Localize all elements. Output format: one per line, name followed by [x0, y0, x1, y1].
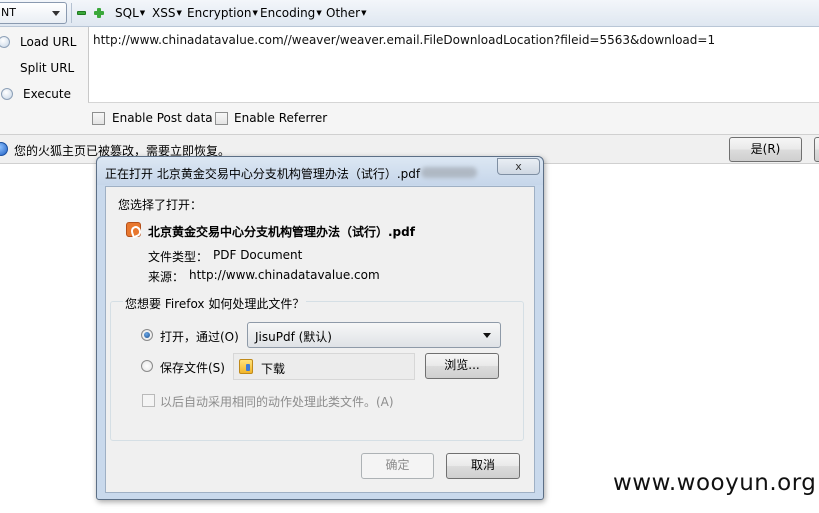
- menu-encoding-label: Encoding: [260, 6, 316, 20]
- menu-other-label: Other: [326, 6, 361, 20]
- notification-extra-button[interactable]: [814, 137, 819, 162]
- execute-button[interactable]: Execute: [1, 87, 71, 101]
- execute-label: Execute: [23, 87, 71, 101]
- hackbar-toolbar: NT SQL▼ XSS▼ Encryption▼ Encoding▼ Other…: [0, 0, 819, 27]
- open-with-radio[interactable]: [141, 329, 153, 341]
- dropdown-arrow-icon: ▼: [252, 9, 258, 17]
- yes-button[interactable]: 是(R): [729, 137, 802, 162]
- url-textarea[interactable]: http://www.chinadatavalue.com//weaver/we…: [88, 27, 819, 103]
- hackbar-options: Enable Post data Enable Referrer: [88, 103, 819, 134]
- open-with-app: JisuPdf (默认): [255, 330, 332, 344]
- save-file-radio[interactable]: [141, 360, 153, 372]
- load-url-icon: [0, 36, 10, 48]
- cancel-button-label: 取消: [470, 458, 495, 472]
- menu-encoding[interactable]: Encoding▼: [260, 6, 322, 20]
- split-url-button[interactable]: Split URL: [20, 61, 74, 75]
- auto-action-checkbox[interactable]: [142, 394, 155, 407]
- file-type-label: 文件类型：: [148, 250, 209, 264]
- toolbar-separator: [71, 3, 72, 23]
- url-value: http://www.chinadatavalue.com//weaver/we…: [93, 33, 716, 47]
- pdf-file-icon: [126, 222, 141, 237]
- save-file-label[interactable]: 保存文件(S): [160, 359, 225, 376]
- dialog-titlebar[interactable]: 正在打开 北京黄金交易中心分支机构管理办法（试行）.pdf x: [97, 157, 543, 185]
- yes-button-label: 是(R): [750, 142, 781, 156]
- hackbar-select-value: NT: [1, 6, 16, 19]
- close-button[interactable]: x: [497, 158, 540, 175]
- ok-button-label: 确定: [385, 458, 410, 472]
- close-icon: x: [515, 160, 522, 173]
- minus-icon[interactable]: [77, 11, 86, 15]
- chevron-down-icon: [483, 333, 491, 338]
- dialog-title: 正在打开 北京黄金交易中心分支机构管理办法（试行）.pdf: [105, 167, 421, 181]
- menu-other[interactable]: Other▼: [326, 6, 366, 20]
- menu-xss[interactable]: XSS▼: [152, 6, 182, 20]
- menu-xss-label: XSS: [152, 6, 176, 20]
- redacted-blur: [421, 167, 477, 178]
- ok-button[interactable]: 确定: [361, 453, 434, 479]
- auto-action-label: 以后自动采用相同的动作处理此类文件。(A): [160, 395, 394, 409]
- menu-sql-label: SQL: [115, 6, 139, 20]
- menu-sql[interactable]: SQL▼: [115, 6, 145, 20]
- enable-referrer-checkbox[interactable]: [215, 112, 228, 125]
- chosen-label: 您选择了打开：: [118, 198, 203, 212]
- file-type-value: PDF Document: [213, 248, 303, 262]
- dropdown-arrow-icon: ▼: [361, 9, 367, 17]
- source-label: 来源：: [148, 270, 185, 284]
- browse-button[interactable]: 浏览...: [425, 353, 499, 379]
- load-url-label: Load URL: [20, 35, 77, 49]
- execute-icon: [1, 88, 13, 100]
- chevron-down-icon: [52, 11, 60, 16]
- dropdown-arrow-icon: ▼: [176, 9, 182, 17]
- source-value: http://www.chinadatavalue.com: [189, 268, 380, 282]
- open-with-label[interactable]: 打开，通过(O): [160, 328, 239, 345]
- browse-button-label: 浏览...: [444, 358, 480, 372]
- load-url-button[interactable]: Load URL: [0, 35, 77, 49]
- cancel-button[interactable]: 取消: [446, 453, 520, 479]
- info-icon: [0, 142, 8, 156]
- save-folder-name: 下载: [261, 362, 286, 376]
- menu-encryption[interactable]: Encryption▼: [187, 6, 258, 20]
- dropdown-arrow-icon: ▼: [316, 9, 322, 17]
- hackbar-select[interactable]: NT: [0, 2, 67, 24]
- enable-referrer-label[interactable]: Enable Referrer: [234, 111, 327, 125]
- open-with-select[interactable]: JisuPdf (默认): [247, 322, 501, 348]
- enable-post-label[interactable]: Enable Post data: [112, 111, 213, 125]
- watermark-text: www.wooyun.org: [613, 470, 817, 496]
- menu-encryption-label: Encryption: [187, 6, 252, 20]
- save-folder-field: 下载: [233, 353, 415, 380]
- split-url-label: Split URL: [20, 61, 75, 75]
- enable-post-checkbox[interactable]: [92, 112, 105, 125]
- plus-icon[interactable]: [94, 8, 104, 18]
- file-name: 北京黄金交易中心分支机构管理办法（试行）.pdf: [148, 225, 415, 239]
- question-label: 您想要 Firefox 如何处理此文件？: [123, 295, 307, 312]
- folder-icon: [239, 359, 253, 374]
- dropdown-arrow-icon: ▼: [139, 9, 146, 17]
- hackbar-actions-panel: Load URL Split URL Execute: [0, 27, 88, 134]
